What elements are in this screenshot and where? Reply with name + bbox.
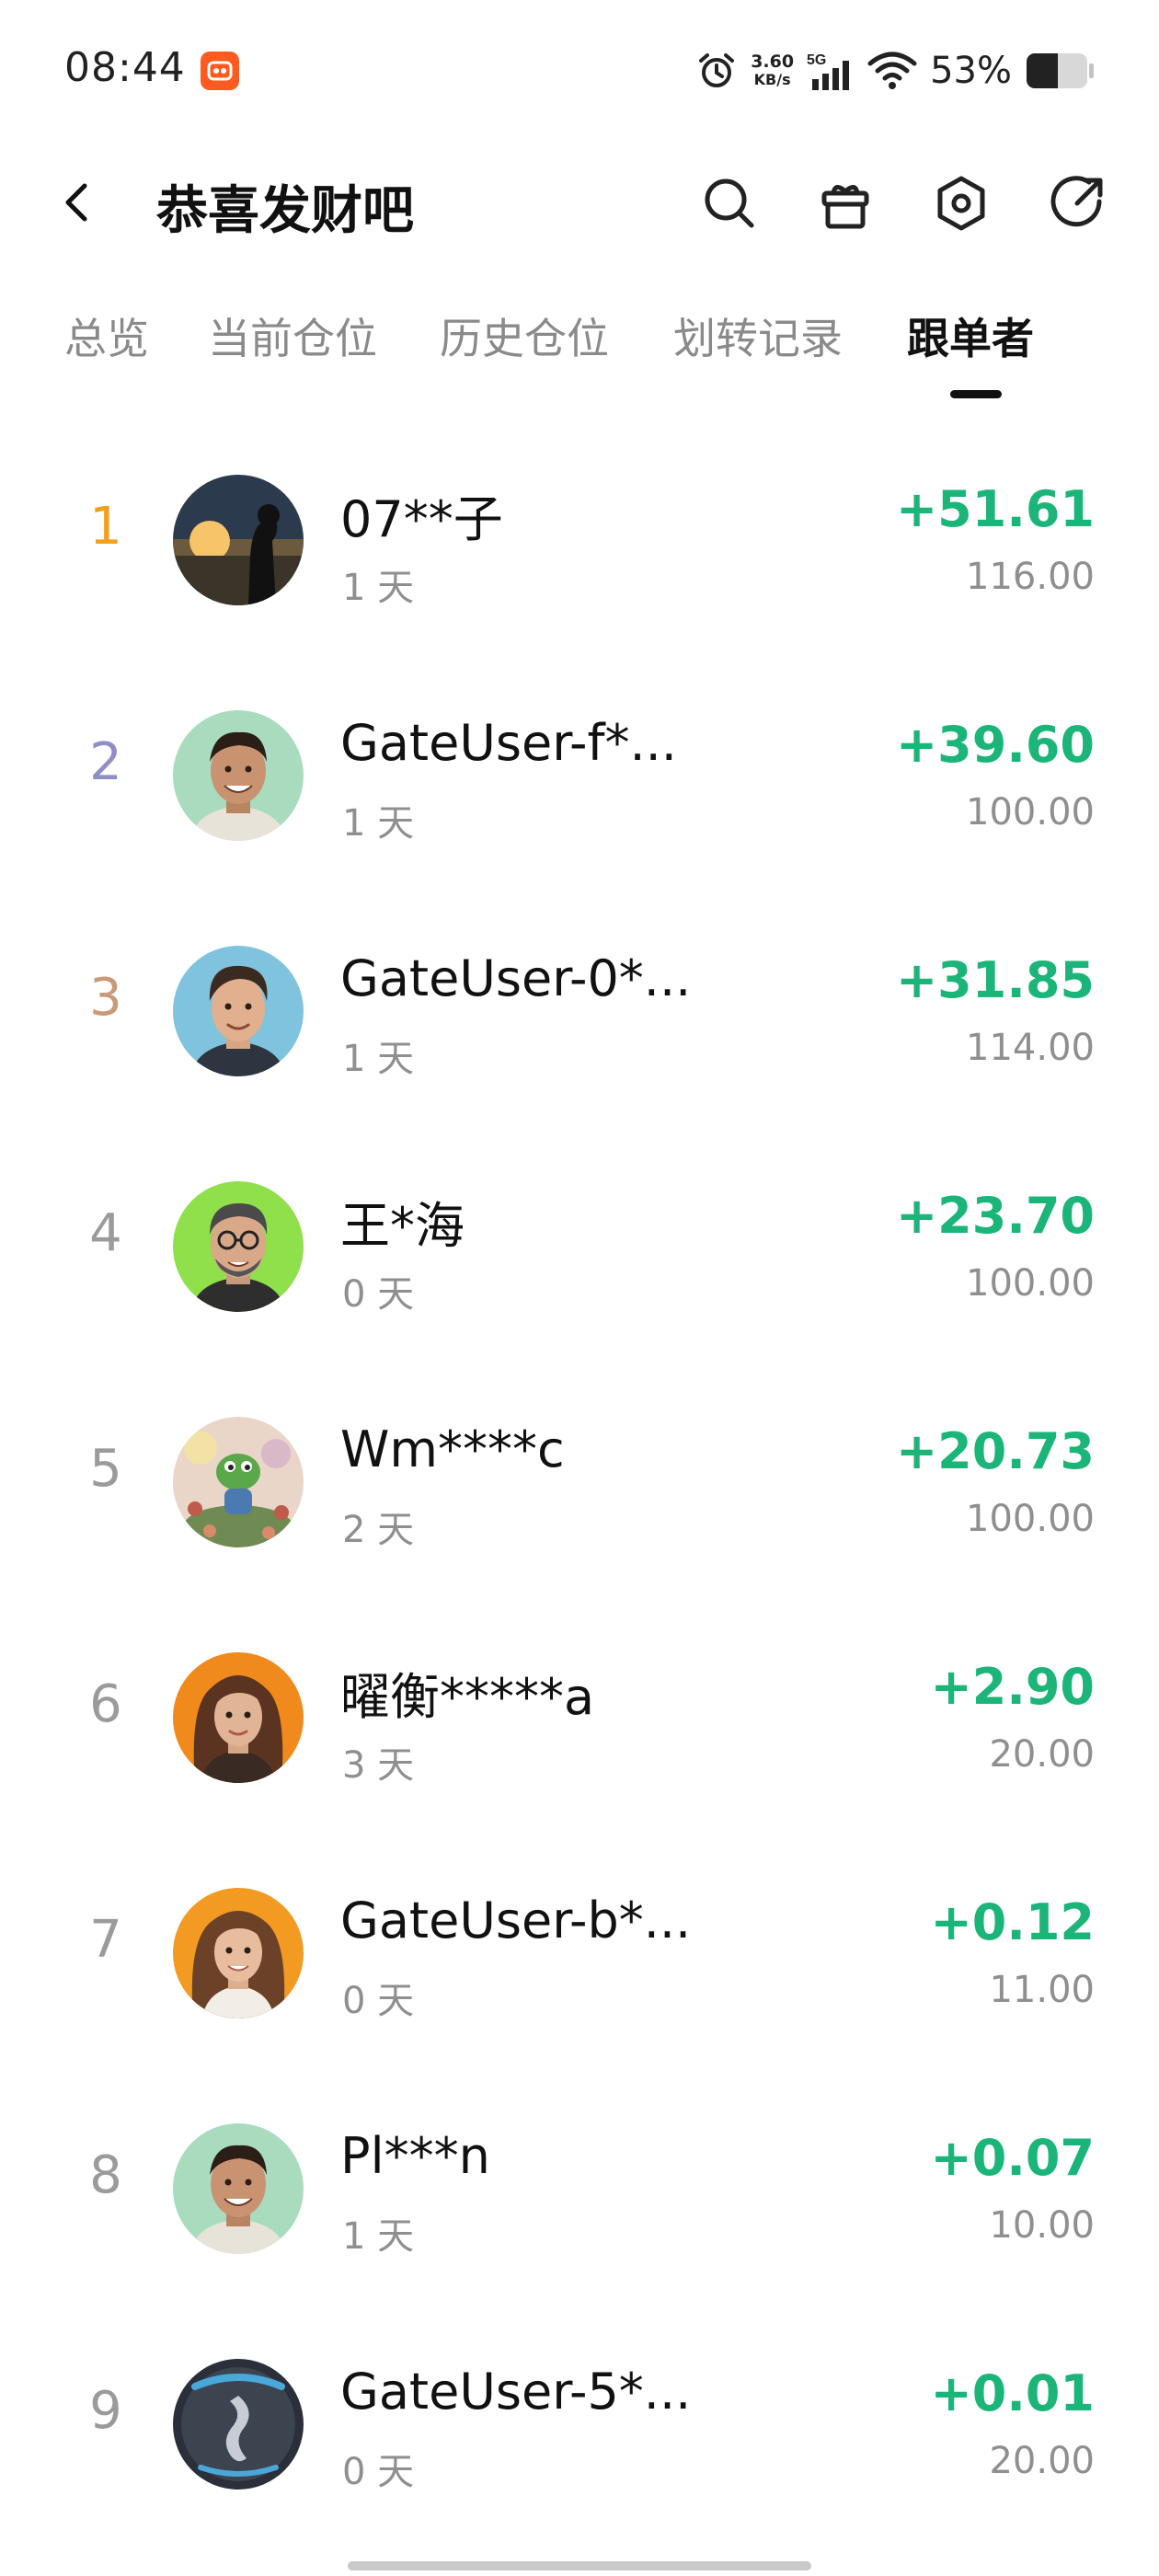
wifi-icon bbox=[867, 51, 917, 91]
list-item[interactable]: 6 曜衡*****a 3 天 +2.90 20.00 bbox=[0, 1601, 1159, 1836]
follow-days: 1 天 bbox=[342, 1038, 415, 1080]
rank-number: 9 bbox=[89, 2381, 122, 2441]
back-button[interactable] bbox=[53, 177, 105, 228]
list-item[interactable]: 1 07**子 1 天 +51.61 116.00 bbox=[0, 423, 1159, 659]
home-indicator[interactable] bbox=[348, 2561, 811, 2570]
list-item[interactable]: 7 GateUser-b*... 0 天 +0.12 11.00 bbox=[0, 1836, 1159, 2072]
follower-name: GateUser-5*... bbox=[340, 2363, 692, 2421]
settings-icon bbox=[937, 176, 985, 231]
tab-followers[interactable]: 跟单者 bbox=[907, 305, 1034, 366]
gift-button[interactable] bbox=[809, 167, 881, 239]
invested-amount: 20.00 bbox=[989, 2440, 1095, 2482]
follow-days: 0 天 bbox=[342, 2451, 415, 2493]
avatar bbox=[173, 475, 304, 605]
battery-percent: 53% bbox=[930, 50, 1012, 92]
invested-amount: 100.00 bbox=[966, 791, 1095, 834]
rank-number: 4 bbox=[89, 1203, 122, 1263]
battery-icon bbox=[1025, 52, 1095, 90]
profit-value: +0.12 bbox=[930, 1893, 1095, 1951]
follow-days: 1 天 bbox=[342, 567, 415, 609]
profit-value: +31.85 bbox=[895, 951, 1095, 1009]
profit-value: +2.90 bbox=[930, 1658, 1095, 1716]
list-item[interactable]: 9 GateUser-5*... 0 天 +0.01 20.00 bbox=[0, 2307, 1159, 2543]
follow-days: 3 天 bbox=[342, 1744, 415, 1787]
avatar bbox=[173, 1181, 304, 1312]
share-button[interactable] bbox=[1041, 167, 1113, 239]
follow-days: 0 天 bbox=[342, 1980, 415, 2022]
follow-days: 1 天 bbox=[342, 802, 415, 845]
profit-value: +0.07 bbox=[930, 2129, 1095, 2187]
status-indicators: 3.60 KB/s 5G 53% bbox=[695, 48, 1095, 94]
list-item[interactable]: 2 GateUser-f*... 1 天 +39.60 100.00 bbox=[0, 659, 1159, 894]
avatar bbox=[173, 2123, 304, 2254]
status-bar: 08:44 3.60 KB/s 5G 53% bbox=[0, 0, 1159, 138]
alarm-icon bbox=[695, 50, 738, 92]
follower-name: 王*海 bbox=[340, 1197, 465, 1255]
rank-number: 5 bbox=[89, 1439, 122, 1499]
profit-value: +23.70 bbox=[895, 1187, 1095, 1245]
header: 恭喜发财吧 bbox=[0, 156, 1159, 248]
page-title: 恭喜发财吧 bbox=[156, 181, 414, 241]
avatar bbox=[173, 1652, 304, 1783]
follow-days: 1 天 bbox=[342, 2215, 415, 2258]
search-icon bbox=[705, 178, 754, 228]
list-item[interactable]: 5 Wm****c 2 天 +20.73 100.00 bbox=[0, 1365, 1159, 1601]
rank-number: 1 bbox=[89, 497, 122, 557]
active-tab-indicator bbox=[950, 390, 1002, 398]
follower-name: 曜衡*****a bbox=[340, 1668, 595, 1726]
follower-name: Pl***n bbox=[340, 2127, 490, 2185]
invested-amount: 100.00 bbox=[966, 1262, 1095, 1305]
profit-value: +51.61 bbox=[895, 480, 1095, 538]
tab-transfer-records[interactable]: 划转记录 bbox=[673, 305, 843, 366]
avatar bbox=[173, 1417, 304, 1547]
follower-name: Wm****c bbox=[340, 1420, 565, 1478]
list-item[interactable]: 4 王*海 0 天 +23.70 100.00 bbox=[0, 1130, 1159, 1365]
list-item[interactable]: 3 GateUser-0*... 1 天 +31.85 114.00 bbox=[0, 894, 1159, 1130]
follower-name: GateUser-0*... bbox=[340, 949, 692, 1007]
status-time: 08:44 bbox=[64, 44, 186, 91]
gift-icon bbox=[821, 185, 869, 229]
follow-days: 0 天 bbox=[342, 1273, 415, 1316]
network-type: 5G bbox=[807, 52, 826, 68]
list-item[interactable]: 8 Pl***n 1 天 +0.07 10.00 bbox=[0, 2072, 1159, 2307]
avatar bbox=[173, 946, 304, 1076]
net-speed: 3.60 KB/s bbox=[751, 52, 794, 89]
tab-bar: 总览 当前仓位 历史仓位 划转记录 跟单者 bbox=[0, 294, 1159, 405]
settings-button[interactable] bbox=[925, 167, 997, 239]
invested-amount: 11.00 bbox=[989, 1969, 1095, 2011]
profit-value: +39.60 bbox=[895, 716, 1095, 774]
invested-amount: 20.00 bbox=[989, 1733, 1095, 1776]
follower-name: GateUser-f*... bbox=[340, 714, 677, 772]
profit-value: +0.01 bbox=[930, 2364, 1095, 2422]
rank-number: 7 bbox=[89, 1910, 122, 1970]
avatar bbox=[173, 710, 304, 841]
invested-amount: 100.00 bbox=[966, 1498, 1095, 1540]
avatar bbox=[173, 1888, 304, 2018]
tab-current-positions[interactable]: 当前仓位 bbox=[208, 305, 377, 366]
rank-number: 3 bbox=[89, 968, 122, 1028]
net-speed-value: 3.60 bbox=[751, 52, 795, 72]
back-arrow-icon bbox=[65, 183, 87, 222]
invested-amount: 116.00 bbox=[966, 556, 1095, 598]
share-icon bbox=[1050, 176, 1103, 227]
rank-number: 6 bbox=[89, 1674, 122, 1734]
signal-icon: 5G bbox=[807, 50, 855, 92]
rank-number: 2 bbox=[89, 732, 122, 792]
follow-days: 2 天 bbox=[342, 1509, 415, 1551]
net-speed-unit: KB/s bbox=[753, 71, 791, 88]
avatar bbox=[173, 2359, 304, 2490]
header-actions bbox=[694, 167, 1113, 239]
search-button[interactable] bbox=[694, 167, 765, 239]
invested-amount: 114.00 bbox=[966, 1027, 1095, 1069]
tab-history-positions[interactable]: 历史仓位 bbox=[440, 305, 609, 366]
invested-amount: 10.00 bbox=[989, 2204, 1095, 2247]
rank-number: 8 bbox=[89, 2145, 122, 2205]
follower-name: 07**子 bbox=[340, 490, 503, 548]
tab-overview[interactable]: 总览 bbox=[64, 305, 149, 366]
follower-name: GateUser-b*... bbox=[340, 1892, 692, 1949]
profit-value: +20.73 bbox=[895, 1422, 1095, 1480]
app-notification-icon bbox=[201, 52, 239, 90]
